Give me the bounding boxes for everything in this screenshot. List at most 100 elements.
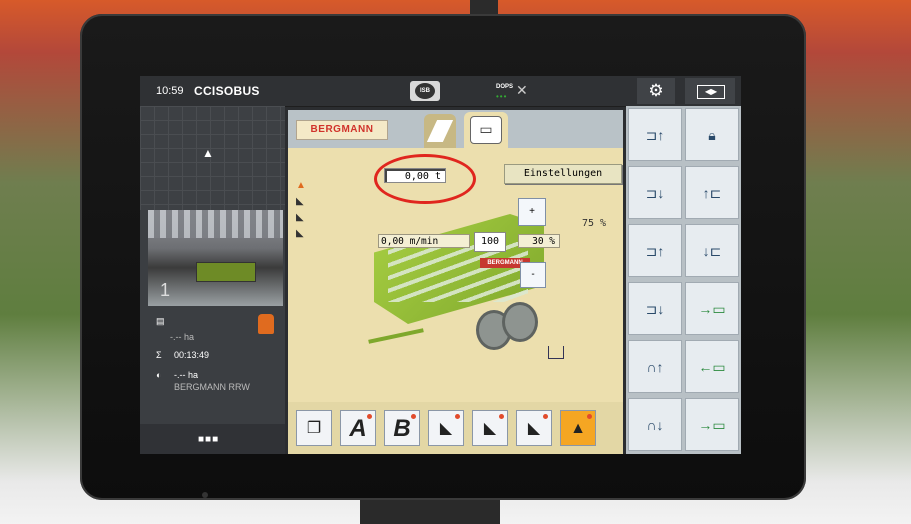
status-bar: 10:59 CCISOBUS ISB DOPS ••• ✕ ⚙ ◀▶ (140, 76, 741, 107)
wagon-rails (388, 242, 528, 302)
wagon-rear-down-button[interactable]: ⊐↓ (628, 282, 682, 335)
conveyor-forward-2-icon: →▭ (698, 417, 726, 433)
wagon-rear-down-icon: ⊐↓ (645, 301, 665, 317)
floor-speed-display: 0,00 m/min (378, 234, 470, 248)
pickup-status-icon-2: ◣ (296, 212, 304, 223)
more-icon[interactable]: ■■■ (198, 434, 219, 445)
conveyor-forward-2-button[interactable]: →▭ (685, 398, 739, 451)
left-panel: ▲ 1 ▤ -.-- ha Σ 00:13:49 ◐ -.-- ha BERGM… (140, 106, 285, 454)
camera-hall-roof (148, 210, 283, 238)
pickup-status-icon-3: ◣ (296, 228, 304, 239)
a-label: A (349, 415, 367, 442)
wagon-up-icon: ⊐↑ (645, 127, 665, 143)
tailgate-down-icon: ↓⊏ (702, 243, 722, 259)
axle-down-button[interactable]: ∩↓ (628, 398, 682, 451)
isb-button[interactable]: ISB (410, 81, 440, 101)
tailgate-up-button[interactable]: ↑⊏ (685, 166, 739, 219)
tailgate-up-icon: ↑⊏ (702, 185, 722, 201)
wagon-up-button[interactable]: ⊐↑ (628, 108, 682, 161)
axle-up-icon: ∩↑ (646, 359, 664, 375)
pickup-2-button[interactable]: ◣ (472, 410, 508, 446)
clipboard-icon: ▤ (156, 316, 165, 326)
dops-status-dots: ••• (496, 92, 508, 101)
axle-up-button[interactable]: ∩↑ (628, 340, 682, 393)
indicator-dot (455, 414, 460, 419)
indicator-dot (587, 414, 592, 419)
wagon-rear-up-button[interactable]: ⊐↑ (628, 224, 682, 277)
isb-icon: ISB (415, 83, 435, 99)
left-panel-menu[interactable]: ■■■ (140, 424, 285, 454)
indicator-dot (411, 414, 416, 419)
pickup-3-icon: ◣ (527, 420, 541, 437)
bottom-toolbar: ❐ A B ◣ ◣ ◣ ▲ (288, 402, 623, 454)
axle-down-icon: ∩↓ (646, 417, 664, 433)
highlight-ring (374, 154, 476, 204)
work-time-value: 00:13:49 (174, 350, 210, 360)
tailgate-down-button[interactable]: ↓⊏ (685, 224, 739, 277)
field-icon: ◐ (156, 370, 162, 380)
conveyor-reverse-button[interactable]: ←▭ (685, 340, 739, 393)
decrease-button[interactable]: - (520, 262, 546, 288)
right-panel: ⊐↑ 🔒︎ ⊐↓ ↑⊏ ⊐↑ ↓⊏ ⊐↓ →▭ ∩↑ ←▭ ∩↓ →▭ (626, 106, 741, 454)
value-100-display[interactable]: 100 (474, 232, 506, 252)
screen-switch-button[interactable]: ◀▶ (685, 78, 735, 104)
operator-icon (258, 314, 274, 334)
gear-icon[interactable]: ⚙ (637, 78, 675, 104)
fill-level-display: 75 % (582, 218, 607, 229)
lock-icon: 🔒︎ (708, 127, 716, 143)
percent-30-display: 30 % (518, 234, 560, 248)
main-area: BERGMANN ▭ 0,00 t Einstellungen ▲ ◣ ◣ ◣ … (288, 110, 623, 454)
settings-button[interactable]: Einstellungen (504, 164, 622, 184)
unlock-icon (548, 346, 564, 359)
tab-wagon[interactable]: ▭ (464, 112, 508, 148)
increase-button[interactable]: + (518, 198, 546, 226)
a-button[interactable]: A (340, 410, 376, 446)
pickup-1-button[interactable]: ◣ (428, 410, 464, 446)
pickup-1-icon: ◣ (439, 420, 453, 437)
sigma-icon: Σ (156, 350, 162, 360)
wagon-icon: ▭ (470, 116, 502, 144)
conveyor-reverse-icon: ←▭ (698, 359, 726, 375)
wheel-rear (502, 302, 538, 342)
knife-icon (426, 120, 454, 142)
ambient-light-sensor (202, 492, 208, 498)
b-button[interactable]: B (384, 410, 420, 446)
camera-view[interactable]: 1 (148, 210, 283, 306)
tab-bergmann[interactable]: BERGMANN (296, 120, 388, 140)
dops-label: DOPS (496, 84, 514, 90)
beacon-icon: ▲ (570, 420, 586, 437)
tab-strip: BERGMANN ▭ (288, 110, 623, 148)
terminal-screen: 10:59 CCISOBUS ISB DOPS ••• ✕ ⚙ ◀▶ ▲ 1 ▤… (140, 76, 741, 454)
pickup-status-icon-1: ◣ (296, 196, 304, 207)
conveyor-forward-icon: →▭ (698, 301, 726, 317)
lock-button[interactable]: 🔒︎ (685, 108, 739, 161)
chevron-up-icon[interactable]: ▲ (202, 146, 214, 160)
pages-icon: ❐ (306, 420, 322, 437)
clock: 10:59 (156, 85, 184, 97)
indicator-dot (543, 414, 548, 419)
screen-switch-icon: ◀▶ (697, 85, 725, 99)
beacon-status-icon: ▲ (296, 180, 306, 191)
wagon-rear-up-icon: ⊐↑ (645, 243, 665, 259)
gps-signal-icon: ✕ (516, 82, 528, 98)
machine-name: BERGMANN RRW (174, 382, 250, 392)
area-value: -.-- ha (170, 332, 195, 342)
area2-value: -.-- ha (174, 370, 199, 380)
b-label: B (393, 415, 411, 442)
camera-trailer (196, 262, 256, 282)
pages-button[interactable]: ❐ (296, 410, 332, 446)
pickup-2-icon: ◣ (483, 420, 497, 437)
map-minimap[interactable]: ▲ (140, 106, 285, 210)
job-info: ▤ -.-- ha Σ 00:13:49 ◐ -.-- ha BERGMANN … (140, 314, 285, 424)
beacon-button[interactable]: ▲ (560, 410, 596, 446)
pickup-3-button[interactable]: ◣ (516, 410, 552, 446)
conveyor-forward-button[interactable]: →▭ (685, 282, 739, 335)
wagon-down-button[interactable]: ⊐↓ (628, 166, 682, 219)
indicator-dot (499, 414, 504, 419)
background-mount (360, 500, 500, 524)
indicator-dot (367, 414, 372, 419)
tab-knives[interactable] (424, 114, 456, 148)
status-icons: ▲ ◣ ◣ ◣ (296, 180, 316, 244)
camera-number: 1 (160, 280, 171, 300)
wagon-down-icon: ⊐↓ (645, 185, 665, 201)
